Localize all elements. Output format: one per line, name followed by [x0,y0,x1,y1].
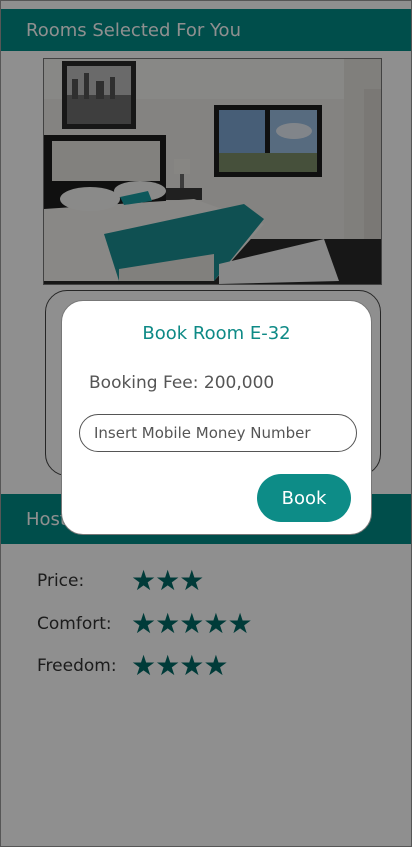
mobile-money-number-input[interactable] [79,414,357,452]
booking-fee-text: Booking Fee: 200,000 [89,373,275,393]
dialog-title: Book Room E-32 [142,323,291,344]
book-button[interactable]: Book [257,474,351,522]
booking-dialog: Book Room E-32 Booking Fee: 200,000 Book [61,300,372,535]
